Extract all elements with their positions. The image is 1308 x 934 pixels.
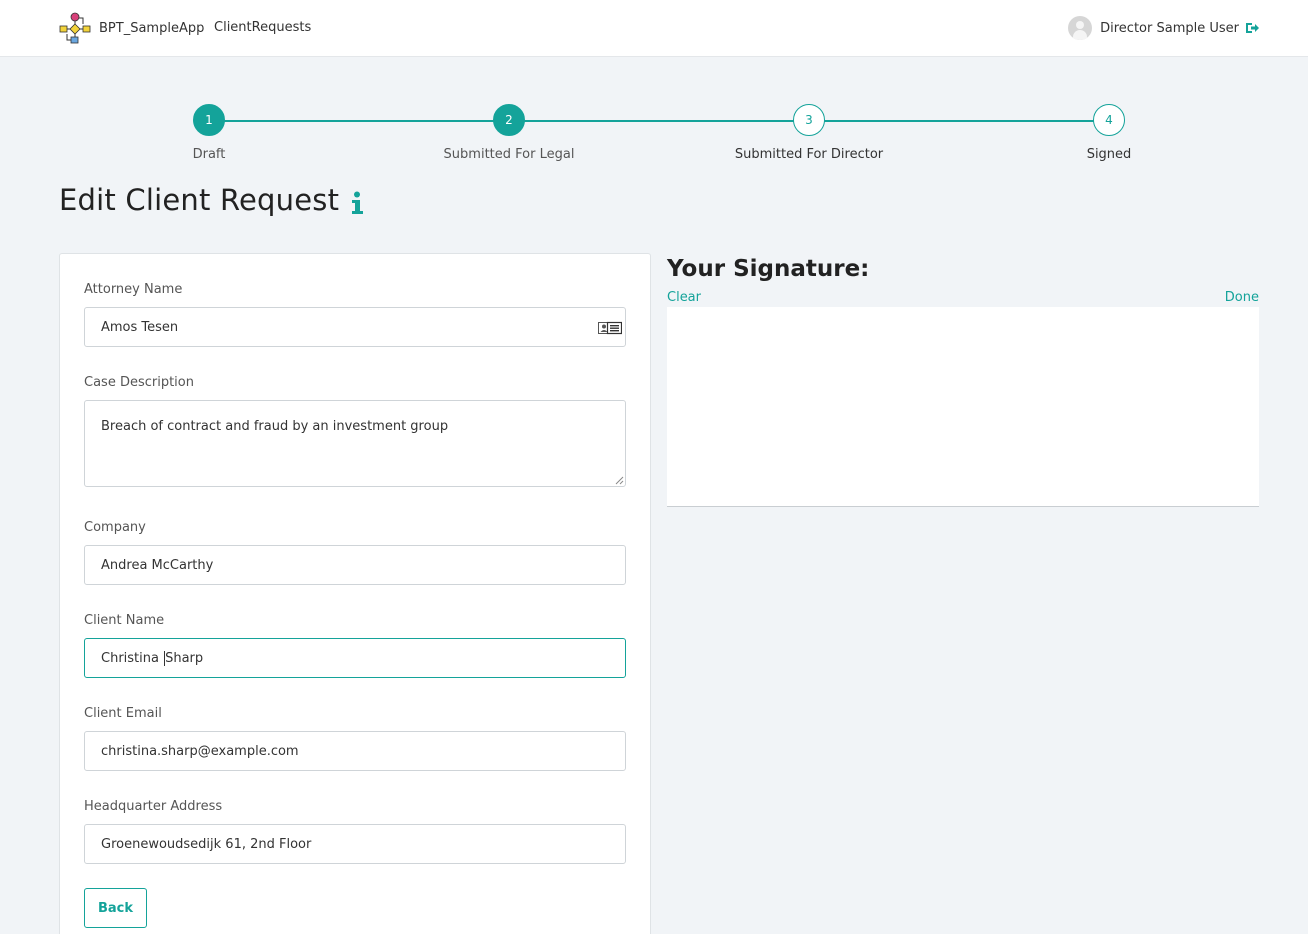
- step-3-circle: 3: [793, 104, 825, 136]
- client-name-label: Client Name: [84, 613, 165, 628]
- step-2-circle: 2: [493, 104, 525, 136]
- case-description-value: Breach of contract and fraud by an inves…: [101, 419, 449, 434]
- step-1-label: Draft: [192, 147, 226, 162]
- client-name-input[interactable]: Christina Sharp: [84, 638, 626, 678]
- signature-done-link[interactable]: Done: [1225, 290, 1259, 305]
- client-request-form: Attorney Name Amos Tesen Case Descriptio…: [59, 253, 651, 934]
- company-value: Andrea McCarthy: [101, 557, 214, 573]
- nav-link-client-requests[interactable]: ClientRequests: [214, 20, 311, 35]
- case-description-textarea[interactable]: Breach of contract and fraud by an inves…: [84, 400, 626, 487]
- case-description-label: Case Description: [84, 375, 194, 390]
- contact-card-icon[interactable]: [598, 320, 622, 336]
- user-name: Director Sample User: [1100, 20, 1239, 36]
- step-3-label: Submitted For Director: [734, 147, 884, 162]
- user-menu[interactable]: Director Sample User: [1068, 16, 1259, 40]
- headquarter-address-input[interactable]: Groenewoudsedijk 61, 2nd Floor: [84, 824, 626, 864]
- company-input[interactable]: Andrea McCarthy: [84, 545, 626, 585]
- app-name: BPT_SampleApp: [99, 20, 205, 36]
- step-4-label: Signed: [1086, 147, 1132, 162]
- step-connector: [224, 120, 494, 122]
- signature-clear-link[interactable]: Clear: [667, 290, 701, 305]
- top-navbar: BPT_SampleApp ClientRequests Director Sa…: [0, 0, 1308, 57]
- client-email-label: Client Email: [84, 706, 162, 721]
- client-name-value-before: Christina: [101, 650, 164, 666]
- step-4-circle: 4: [1093, 104, 1125, 136]
- step-1-circle: 1: [193, 104, 225, 136]
- attorney-name-label: Attorney Name: [84, 282, 183, 297]
- logout-icon[interactable]: [1245, 21, 1259, 35]
- back-button[interactable]: Back: [84, 888, 147, 928]
- client-email-value: christina.sharp@example.com: [101, 743, 299, 759]
- page-title: Edit Client Request: [59, 183, 340, 217]
- attorney-name-input[interactable]: Amos Tesen: [84, 307, 626, 347]
- info-icon[interactable]: [350, 191, 364, 215]
- headquarter-address-value: Groenewoudsedijk 61, 2nd Floor: [101, 836, 312, 852]
- client-email-input[interactable]: christina.sharp@example.com: [84, 731, 626, 771]
- headquarter-address-label: Headquarter Address: [84, 799, 223, 814]
- user-avatar-icon: [1068, 16, 1093, 40]
- brand[interactable]: BPT_SampleApp: [59, 12, 204, 44]
- step-connector: [524, 120, 794, 122]
- signature-title: Your Signature:: [667, 256, 870, 282]
- progress-stepper: 1 2 3 4 Draft Submitted For Legal Submit…: [0, 100, 1308, 170]
- resize-grip-icon[interactable]: [615, 476, 624, 485]
- company-label: Company: [84, 520, 146, 535]
- attorney-name-value: Amos Tesen: [101, 319, 179, 335]
- bpmn-logo-icon: [59, 12, 91, 44]
- signature-pad[interactable]: [667, 307, 1259, 507]
- step-connector: [824, 120, 1094, 122]
- client-name-value-after: Sharp: [165, 650, 204, 666]
- step-2-label: Submitted For Legal: [443, 147, 575, 162]
